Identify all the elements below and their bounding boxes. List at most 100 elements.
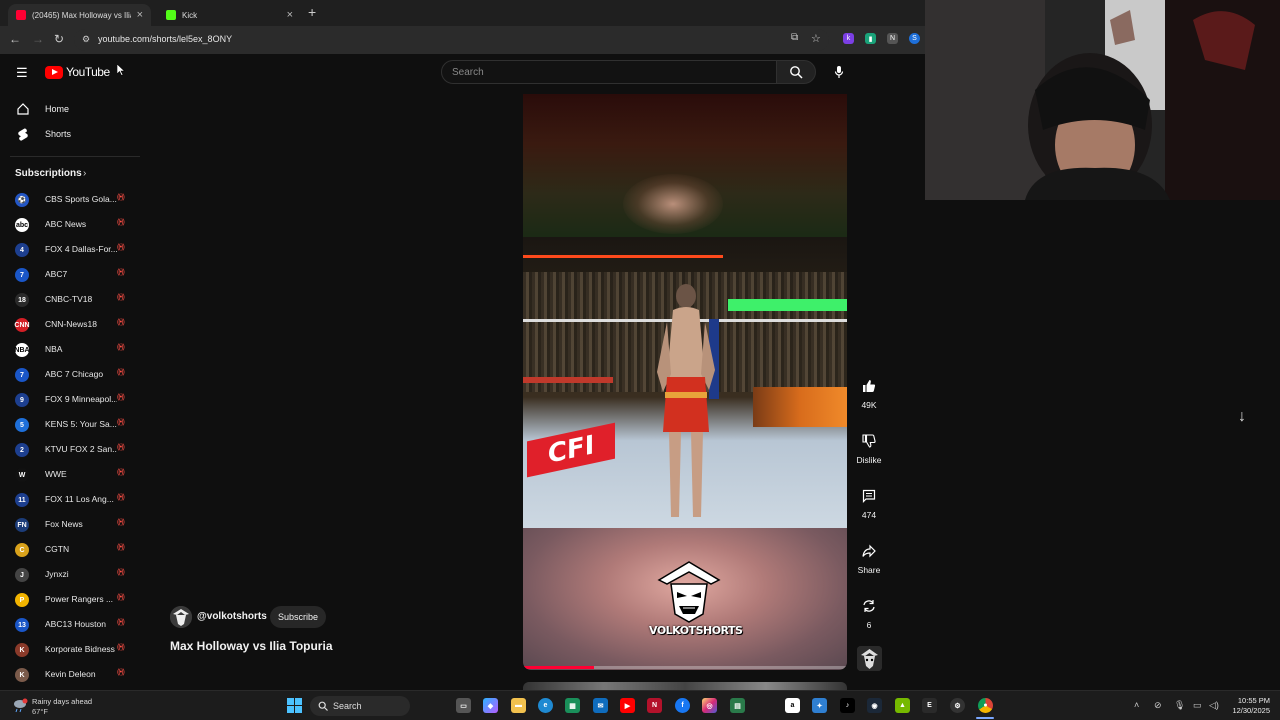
remix-button[interactable]: 6 — [851, 588, 887, 630]
search-button[interactable] — [776, 60, 816, 84]
voice-search-button[interactable] — [828, 60, 850, 84]
netflix-icon[interactable]: N — [647, 698, 662, 713]
next-short-preview[interactable] — [523, 682, 847, 690]
sidebar-item-shorts[interactable]: Shorts — [0, 123, 140, 145]
sidebar-item-subscription[interactable]: W WWE ((•)) — [0, 465, 140, 487]
comments-button[interactable]: 474 — [851, 478, 887, 520]
mail-icon[interactable]: ✉ — [593, 698, 608, 713]
sidebar-item-subscription[interactable]: 7 ABC7 ((•)) — [0, 265, 140, 287]
dislike-button[interactable]: Dislike — [851, 423, 887, 465]
microphone-icon[interactable]: 🎙 — [1174, 700, 1185, 711]
chrome-icon[interactable]: ● — [978, 698, 993, 713]
sidebar-item-subscription[interactable]: 4 FOX 4 Dallas-For... ((•)) — [0, 240, 140, 262]
channel-handle[interactable]: @volkotshorts — [197, 611, 267, 622]
tiktok-icon[interactable]: ♪ — [840, 698, 855, 713]
sidebar-item-subscription[interactable]: FN Fox News ((•)) — [0, 515, 140, 537]
share-button[interactable]: Share — [851, 533, 887, 575]
subscription-name: FOX 9 Minneapol... — [45, 394, 117, 404]
new-tab-icon[interactable]: + — [308, 4, 316, 20]
speaker-icon[interactable]: ◁) — [1209, 700, 1219, 711]
install-app-icon[interactable]: ⧉ — [791, 32, 798, 43]
tab-kick[interactable]: Kick × — [158, 4, 301, 26]
reload-icon[interactable]: ↻ — [54, 32, 64, 46]
sidebar-item-subscription[interactable]: 5 KENS 5: Your Sa... ((•)) — [0, 415, 140, 437]
bookmark-star-icon[interactable]: ☆ — [811, 32, 821, 45]
tab-youtube[interactable]: (20465) Max Holloway vs Ilia... × — [8, 4, 151, 26]
app-icon[interactable]: ✦ — [812, 698, 827, 713]
sidebar-item-subscription[interactable]: CNN CNN-News18 ((•)) — [0, 315, 140, 337]
settings-gear-icon[interactable]: ⚙ — [950, 698, 965, 713]
video-progress-bar[interactable] — [523, 666, 847, 669]
live-indicator-icon: ((•)) — [117, 344, 125, 351]
taskbar-search[interactable]: Search — [310, 696, 410, 716]
extension-speed-icon[interactable]: ▮ — [865, 33, 876, 44]
live-indicator-icon: ((•)) — [117, 494, 125, 501]
extension-s-icon[interactable]: S — [909, 33, 920, 44]
display-icon[interactable]: ▭ — [1193, 700, 1202, 711]
facebook-icon[interactable]: f — [675, 698, 690, 713]
sidebar-item-subscription[interactable]: K Korporate Bidness ((•)) — [0, 640, 140, 662]
instagram-icon[interactable]: ◎ — [702, 698, 717, 713]
task-view-icon[interactable]: ▭ — [456, 698, 471, 713]
channel-avatar[interactable] — [170, 606, 192, 628]
address-bar[interactable]: ⚙ youtube.com/shorts/lel5ex_8ONY — [74, 29, 829, 51]
start-button[interactable] — [287, 698, 302, 713]
search-input[interactable]: Search — [441, 60, 777, 84]
sidebar-item-subscription[interactable]: C CGTN ((•)) — [0, 540, 140, 562]
channel-avatar: FN — [15, 518, 29, 532]
weather-rain-icon[interactable] — [12, 697, 28, 713]
forward-icon[interactable]: → — [32, 32, 44, 46]
menu-hamburger-icon[interactable]: ☰ — [16, 65, 28, 81]
epic-games-icon[interactable]: E — [922, 698, 937, 713]
copilot-icon[interactable]: ◆ — [483, 698, 498, 713]
sidebar-item-subscription[interactable]: 13 ABC13 Houston ((•)) — [0, 615, 140, 637]
sidebar-item-subscription[interactable]: 18 CNBC-TV18 ((•)) — [0, 290, 140, 312]
browser-toolbar: ← → ↻ ⚙ youtube.com/shorts/lel5ex_8ONY ⧉… — [0, 26, 925, 54]
extension-n-icon[interactable]: N — [887, 33, 898, 44]
store-icon[interactable]: ▦ — [565, 698, 580, 713]
subscriptions-header[interactable]: Subscriptions — [15, 168, 82, 179]
weather-temp[interactable]: 67°F — [32, 707, 48, 716]
close-tab-icon[interactable]: × — [287, 9, 293, 21]
live-indicator-icon: ((•)) — [117, 594, 125, 601]
webcam-overlay — [925, 0, 1280, 200]
sidebar-item-subscription[interactable]: P Power Rangers ... ((•)) — [0, 590, 140, 612]
short-title[interactable]: Max Holloway vs Ilia Topuria — [170, 639, 333, 653]
sidebar-item-subscription[interactable]: 9 FOX 9 Minneapol... ((•)) — [0, 390, 140, 412]
back-icon[interactable]: ← — [9, 32, 21, 46]
xbox-app-icon[interactable]: ▤ — [730, 698, 745, 713]
youtube-logo[interactable]: YouTube — [45, 65, 110, 79]
live-indicator-icon: ((•)) — [117, 544, 125, 551]
sidebar-item-subscription[interactable]: ⚽ CBS Sports Gola... ((•)) — [0, 190, 140, 212]
edge-icon[interactable]: e — [538, 698, 553, 713]
sidebar-item-subscription[interactable]: 7 ABC 7 Chicago ((•)) — [0, 365, 140, 387]
channel-avatar: W — [15, 468, 29, 482]
site-info-icon[interactable]: ⚙ — [82, 34, 90, 45]
chevron-right-icon[interactable]: › — [83, 168, 86, 179]
amazon-icon[interactable]: a — [785, 698, 800, 713]
steam-icon[interactable]: ◉ — [867, 698, 882, 713]
subscribe-button[interactable]: Subscribe — [270, 606, 327, 628]
channel-avatar: 7 — [15, 368, 29, 382]
youtube-app-icon[interactable]: ▶ — [620, 698, 635, 713]
sidebar-item-subscription[interactable]: 11 FOX 11 Los Ang... ((•)) — [0, 490, 140, 512]
sidebar-item-subscription[interactable]: NBA NBA ((•)) — [0, 340, 140, 362]
close-tab-icon[interactable]: × — [137, 9, 143, 21]
short-video-player[interactable]: CFI VOLKOTSHORTS — [523, 94, 847, 670]
system-clock[interactable]: 10:55 PM 12/30/2025 — [1226, 696, 1270, 716]
share-arrow-icon — [862, 544, 876, 558]
extension-k-icon[interactable]: k — [843, 33, 854, 44]
sidebar-item-subscription[interactable]: abc ABC News ((•)) — [0, 215, 140, 237]
nvidia-icon[interactable]: ▲ — [895, 698, 910, 713]
arrow-down-icon[interactable]: ↓ — [1238, 408, 1246, 426]
sound-thumbnail[interactable] — [857, 646, 882, 671]
chevron-up-icon[interactable]: ˄ — [1134, 700, 1139, 710]
file-explorer-icon[interactable]: ▬ — [511, 698, 526, 713]
sidebar-item-subscription[interactable]: 2 KTVU FOX 2 San... ((•)) — [0, 440, 140, 462]
like-button[interactable]: 49K — [851, 368, 887, 410]
sidebar-item-subscription[interactable]: K Kevin Deleon ((•)) — [0, 665, 140, 687]
sidebar-item-home[interactable]: Home — [0, 98, 140, 120]
network-off-icon[interactable]: ⊘ — [1154, 700, 1162, 711]
sidebar-item-subscription[interactable]: J Jynxzi ((•)) — [0, 565, 140, 587]
weather-summary[interactable]: Rainy days ahead — [32, 697, 92, 706]
